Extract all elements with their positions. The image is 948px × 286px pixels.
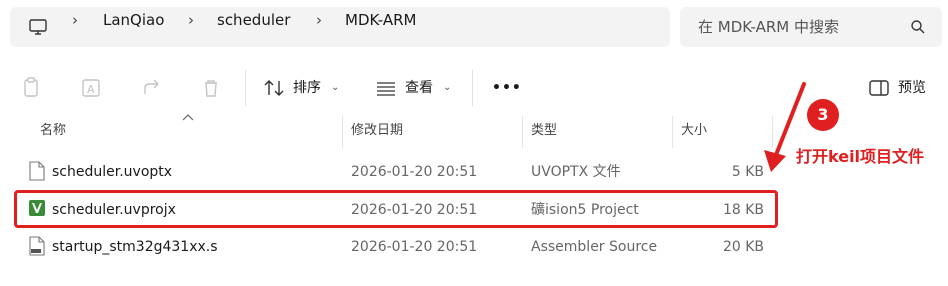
column-header-modified[interactable]: 修改日期 xyxy=(351,122,403,140)
svg-text:A: A xyxy=(87,83,95,96)
preview-pane-icon[interactable] xyxy=(867,76,891,100)
column-header-size[interactable]: 大小 xyxy=(681,122,707,140)
share-icon[interactable] xyxy=(140,76,164,100)
assembler-file-icon xyxy=(29,236,45,256)
sort-button[interactable]: 排序 xyxy=(293,78,321,98)
sort-icon[interactable] xyxy=(262,76,286,100)
breadcrumb-item-mdk-arm[interactable]: MDK-ARM xyxy=(345,10,416,30)
chevron-right-icon: › xyxy=(316,11,322,29)
column-header-name[interactable]: 名称 xyxy=(40,122,66,140)
search-icon[interactable] xyxy=(910,19,926,35)
file-size: 20 KB xyxy=(722,239,764,255)
breadcrumb-item-scheduler[interactable]: scheduler xyxy=(217,10,290,30)
file-modified: 2026-01-20 20:51 xyxy=(351,239,478,255)
file-name[interactable]: startup_stm32g431xx.s xyxy=(52,237,218,257)
column-divider[interactable] xyxy=(522,116,523,148)
file-modified: 2026-01-20 20:51 xyxy=(351,164,478,180)
column-header-type[interactable]: 类型 xyxy=(531,122,557,140)
chevron-right-icon: › xyxy=(188,11,194,29)
this-pc-icon[interactable] xyxy=(28,17,48,37)
view-button[interactable]: 查看 xyxy=(405,78,433,98)
highlight-box xyxy=(14,190,778,228)
sort-ascending-indicator-icon xyxy=(182,114,194,121)
search-placeholder[interactable]: 在 MDK-ARM 中搜索 xyxy=(698,17,839,37)
more-options-button[interactable]: ••• xyxy=(492,78,522,98)
view-icon[interactable] xyxy=(374,76,398,100)
file-name[interactable]: scheduler.uvoptx xyxy=(52,162,172,182)
rename-icon[interactable]: A xyxy=(79,76,103,100)
delete-icon[interactable] xyxy=(199,76,223,100)
step-badge: 3 xyxy=(807,99,839,131)
column-divider[interactable] xyxy=(672,116,673,148)
chevron-down-icon: ⌄ xyxy=(331,82,340,93)
search-box[interactable]: 在 MDK-ARM 中搜索 xyxy=(680,7,942,47)
file-type: Assembler Source xyxy=(531,239,658,255)
preview-button[interactable]: 预览 xyxy=(898,78,926,98)
toolbar-divider xyxy=(245,70,246,106)
file-type: UVOPTX 文件 xyxy=(531,164,621,180)
chevron-right-icon: › xyxy=(72,11,78,29)
file-row[interactable]: startup_stm32g431xx.s 2026-01-20 20:51 A… xyxy=(18,231,772,263)
breadcrumb-item-lanqiao[interactable]: LanQiao xyxy=(103,10,164,30)
annotation-text: 打开keil项目文件 xyxy=(796,147,925,166)
copy-icon[interactable] xyxy=(20,76,44,100)
chevron-down-icon: ⌄ xyxy=(443,82,452,93)
file-icon xyxy=(29,161,45,181)
file-row[interactable]: scheduler.uvoptx 2026-01-20 20:51 UVOPTX… xyxy=(18,156,772,188)
toolbar-divider xyxy=(472,70,473,106)
column-divider[interactable] xyxy=(342,116,343,148)
